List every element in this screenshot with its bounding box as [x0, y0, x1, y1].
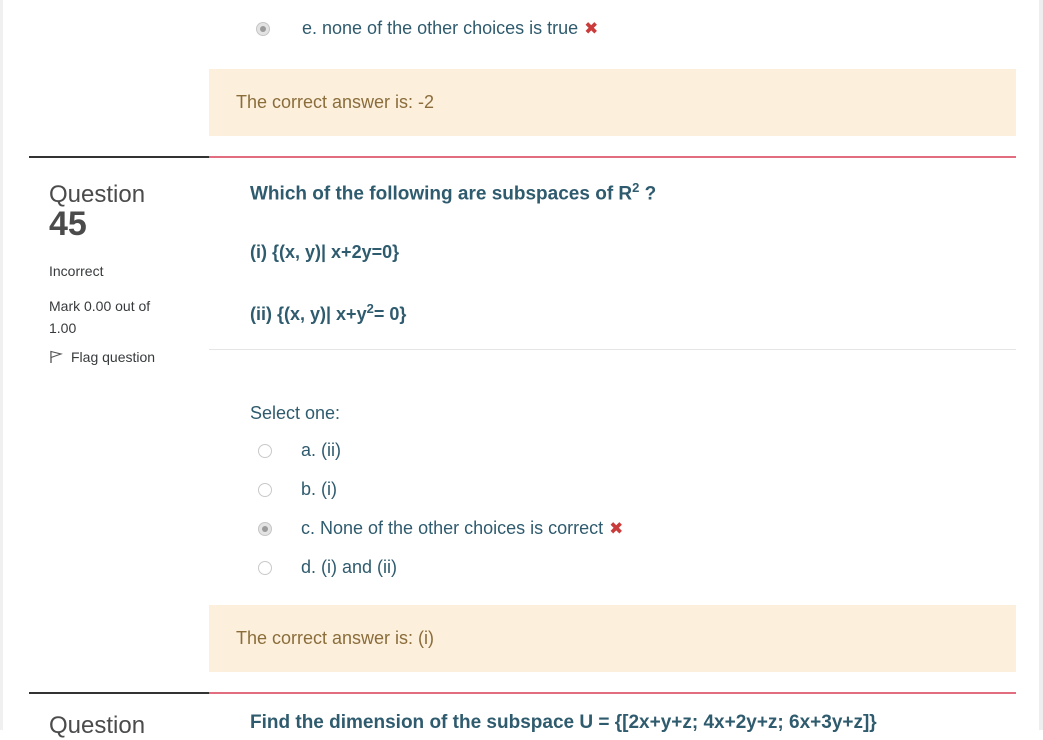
question-separator-right: [209, 692, 1016, 694]
radio-button-checked[interactable]: [258, 521, 272, 536]
prev-option-e[interactable]: e. none of the other choices is true ✖: [256, 18, 598, 39]
radio-button[interactable]: [258, 482, 272, 497]
question-separator-right: [209, 156, 1016, 158]
radio-button[interactable]: [258, 443, 272, 458]
correct-answer-text: The correct answer is: -2: [236, 92, 435, 112]
part-ii-text-end: = 0}: [373, 304, 407, 324]
option-label: b. (i): [301, 479, 337, 499]
feedback-box: The correct answer is: (i): [209, 605, 1016, 672]
question-state: Incorrect: [49, 263, 104, 279]
question-text-main: Which of the following are subspaces of …: [250, 183, 633, 205]
next-question-text: Find the dimension of the subspace U = {…: [250, 712, 877, 733]
select-one-label: Select one:: [250, 403, 341, 423]
question-info: Question 45 Incorrect Mark 0.00 out of 1…: [49, 181, 199, 365]
part-ii-sup: 2: [366, 301, 374, 316]
option-c[interactable]: c. None of the other choices is correct …: [258, 518, 623, 539]
flag-question-link[interactable]: Flag question: [49, 349, 199, 365]
next-question-label: Question: [49, 712, 146, 739]
option-label: e. none of the other choices is true: [302, 18, 579, 38]
incorrect-icon: ✖: [609, 518, 624, 538]
left-frame-edge: [0, 0, 3, 730]
prev-feedback-box: The correct answer is: -2: [209, 69, 1016, 136]
option-label: d. (i) and (ii): [301, 557, 398, 577]
option-label: a. (ii): [301, 440, 341, 460]
question-separator-left: [29, 692, 209, 694]
question-number: 45: [49, 205, 87, 243]
option-d[interactable]: d. (i) and (ii): [258, 557, 397, 578]
question-separator-left: [29, 156, 209, 158]
part-ii-text: (ii) {(x, y)| x+y: [250, 304, 367, 324]
question-part-ii: (ii) {(x, y)| x+y2= 0}: [250, 301, 406, 325]
option-a[interactable]: a. (ii): [258, 440, 341, 461]
question-text: Which of the following are subspaces of …: [250, 180, 656, 205]
divider: [209, 349, 1016, 350]
option-label: c. None of the other choices is correct: [301, 518, 604, 538]
incorrect-icon: ✖: [584, 18, 599, 38]
question-text-end: ?: [639, 183, 657, 205]
right-scrollbar-track[interactable]: [1039, 0, 1043, 730]
correct-answer-text: The correct answer is: (i): [236, 628, 435, 648]
radio-button-checked[interactable]: [256, 21, 270, 36]
flag-question-label: Flag question: [71, 349, 156, 365]
question-part-i: (i) {(x, y)| x+2y=0}: [250, 242, 400, 262]
flag-icon: [50, 350, 63, 363]
radio-button[interactable]: [258, 560, 272, 575]
option-b[interactable]: b. (i): [258, 479, 337, 500]
question-grade: Mark 0.00 out of 1.00: [49, 298, 151, 336]
